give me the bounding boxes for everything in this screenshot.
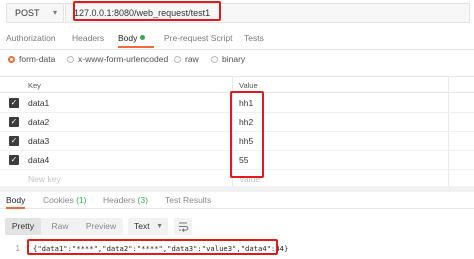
body-type-options: form-data x-www-form-urlencoded raw bina… <box>0 54 474 68</box>
method-select[interactable]: POST ▾ <box>6 3 64 23</box>
view-mode-group: Pretty Raw Preview <box>5 218 123 235</box>
radio-raw[interactable]: raw <box>174 54 199 64</box>
checkbox-checked-icon[interactable]: ✓ <box>9 136 19 146</box>
checkbox-checked-icon[interactable]: ✓ <box>9 98 19 108</box>
radio-label: form-data <box>19 54 56 64</box>
request-bar: POST ▾ 127.0.0.1:8080/web_request/test1 <box>0 0 474 28</box>
chevron-down-icon: ▼ <box>156 223 163 230</box>
tab-headers-label: Headers <box>103 195 136 205</box>
line-number: 1 <box>15 244 20 253</box>
param-key[interactable]: data2 <box>28 117 49 127</box>
table-header: Key Value <box>0 76 474 93</box>
request-tabs: Authorization Headers Body Pre-request S… <box>0 30 474 48</box>
tab-tests[interactable]: Tests <box>244 30 264 48</box>
table-row: ✓ data1 hh1 <box>0 94 474 113</box>
raw-button[interactable]: Raw <box>43 218 77 235</box>
param-value[interactable]: hh5 <box>239 136 253 146</box>
radio-checked-icon <box>8 55 15 63</box>
url-input[interactable]: 127.0.0.1:8080/web_request/test1 <box>65 3 470 23</box>
radio-label: x-www-form-urlencoded <box>78 54 169 64</box>
tab-body[interactable]: Body <box>118 30 154 48</box>
column-header-value: Value <box>239 81 258 90</box>
radio-binary[interactable]: binary <box>211 54 245 64</box>
wrap-lines-icon <box>179 222 189 232</box>
param-key[interactable]: data3 <box>28 136 49 146</box>
tab-cookies-label: Cookies <box>43 195 74 205</box>
response-content: {"data1":"****","data2":"****","data3":"… <box>33 244 289 253</box>
headers-count-badge: (3) <box>137 195 148 205</box>
param-key[interactable]: data4 <box>28 155 49 165</box>
new-key-input[interactable]: New key <box>28 174 61 184</box>
divider <box>0 49 474 50</box>
tab-response-body[interactable]: Body <box>6 195 26 209</box>
response-tabs: Body Cookies (1) Headers (3) Test Result… <box>0 193 474 209</box>
param-value[interactable]: hh1 <box>239 98 253 108</box>
url-text: 127.0.0.1:8080/web_request/test1 <box>74 8 211 18</box>
radio-form-data[interactable]: form-data <box>8 54 55 64</box>
wrap-lines-button[interactable] <box>174 218 192 235</box>
checkbox-checked-icon[interactable]: ✓ <box>9 155 19 165</box>
param-value[interactable]: hh2 <box>239 117 253 127</box>
divider <box>0 186 474 192</box>
tab-body-label: Body <box>118 33 138 43</box>
format-label: Text <box>134 221 150 231</box>
tab-pre-request-script[interactable]: Pre-request Script <box>164 30 233 48</box>
radio-unchecked-icon <box>67 55 74 63</box>
radio-unchecked-icon <box>211 55 218 63</box>
new-value-input[interactable]: Value <box>239 174 260 184</box>
radio-urlencoded[interactable]: x-www-form-urlencoded <box>67 54 168 64</box>
tab-headers[interactable]: Headers <box>72 30 104 48</box>
preview-button[interactable]: Preview <box>79 218 123 235</box>
method-label: POST <box>15 8 40 18</box>
column-header-key: Key <box>28 81 41 90</box>
response-body: 1 {"data1":"****","data2":"****","data3"… <box>0 240 474 259</box>
tab-response-headers[interactable]: Headers (3) <box>103 195 148 209</box>
table-row: ✓ data4 55 <box>0 151 474 170</box>
pretty-button[interactable]: Pretty <box>5 218 41 235</box>
tab-cookies[interactable]: Cookies (1) <box>43 195 86 209</box>
response-toolbar: Pretty Raw Preview Text ▼ <box>0 217 474 237</box>
param-value[interactable]: 55 <box>239 155 248 165</box>
radio-label: raw <box>185 54 199 64</box>
active-dot-icon <box>140 35 146 40</box>
chevron-down-icon: ▾ <box>52 8 57 17</box>
param-key[interactable]: data1 <box>28 98 49 108</box>
radio-label: binary <box>222 54 246 64</box>
table-row: ✓ data3 hh5 <box>0 132 474 151</box>
checkbox-checked-icon[interactable]: ✓ <box>9 117 19 127</box>
cookies-count-badge: (1) <box>76 195 87 205</box>
format-select[interactable]: Text ▼ <box>128 218 168 235</box>
radio-unchecked-icon <box>174 55 181 63</box>
tab-test-results[interactable]: Test Results <box>165 195 211 209</box>
table-row: ✓ data2 hh2 <box>0 113 474 132</box>
tab-authorization[interactable]: Authorization <box>6 30 56 48</box>
